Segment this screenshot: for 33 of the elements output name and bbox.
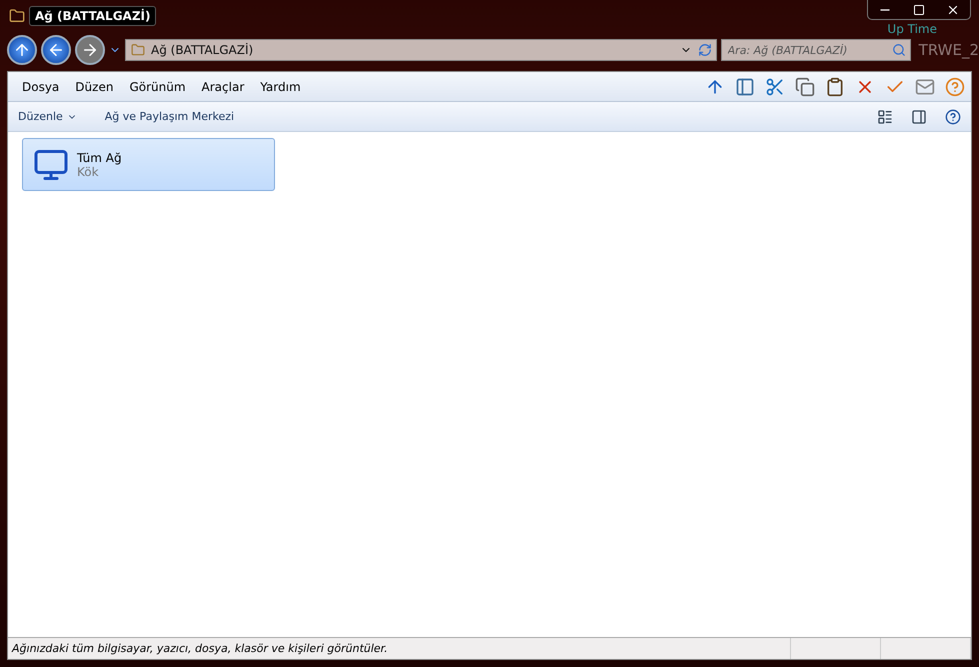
- address-text: Ağ (BATTALGAZİ): [151, 43, 254, 57]
- folder-icon: [9, 8, 25, 24]
- copy-icon[interactable]: [795, 76, 815, 96]
- address-bar[interactable]: Ağ (BATTALGAZİ): [125, 39, 717, 61]
- status-text: Ağınızdaki tüm bilgisayar, yazıcı, dosya, klasör ve kişileri görüntüler.: [8, 638, 791, 659]
- search-icon[interactable]: [892, 43, 906, 57]
- envelope-icon[interactable]: [915, 76, 935, 96]
- preview-pane-icon[interactable]: [911, 108, 927, 124]
- menu-item[interactable]: Dosya: [14, 80, 68, 94]
- view-list-icon[interactable]: [877, 108, 893, 124]
- menu-item[interactable]: Yardım: [252, 80, 309, 94]
- panel-icon[interactable]: [735, 76, 755, 96]
- item-subtitle: Kök: [77, 164, 100, 178]
- menu-item[interactable]: Görünüm: [121, 80, 194, 94]
- gadget-text: Up Time: [887, 22, 937, 36]
- up-button[interactable]: [7, 35, 37, 65]
- maximize-icon[interactable]: [912, 4, 925, 16]
- network-center-button[interactable]: Ağ ve Paylaşım Merkezi: [104, 110, 234, 123]
- organize-button[interactable]: Düzenle: [18, 110, 77, 123]
- back-button[interactable]: [41, 35, 71, 65]
- window-title: Ağ (BATTALGAZİ): [29, 6, 156, 26]
- network-item[interactable]: Tüm Ağ Kök: [22, 138, 275, 191]
- gadget-text: TRWE_2: [918, 41, 979, 59]
- item-name: Tüm Ağ: [77, 150, 122, 164]
- refresh-icon[interactable]: [698, 43, 712, 57]
- folder-icon: [131, 43, 145, 57]
- forward-button[interactable]: [75, 35, 105, 65]
- help-icon[interactable]: [945, 108, 961, 124]
- scissors-icon[interactable]: [765, 76, 785, 96]
- menu-item[interactable]: Araçlar: [194, 80, 252, 94]
- right-arrow-icon: [81, 41, 99, 59]
- clipboard-icon[interactable]: [825, 76, 845, 96]
- menu-item[interactable]: Düzen: [67, 80, 122, 94]
